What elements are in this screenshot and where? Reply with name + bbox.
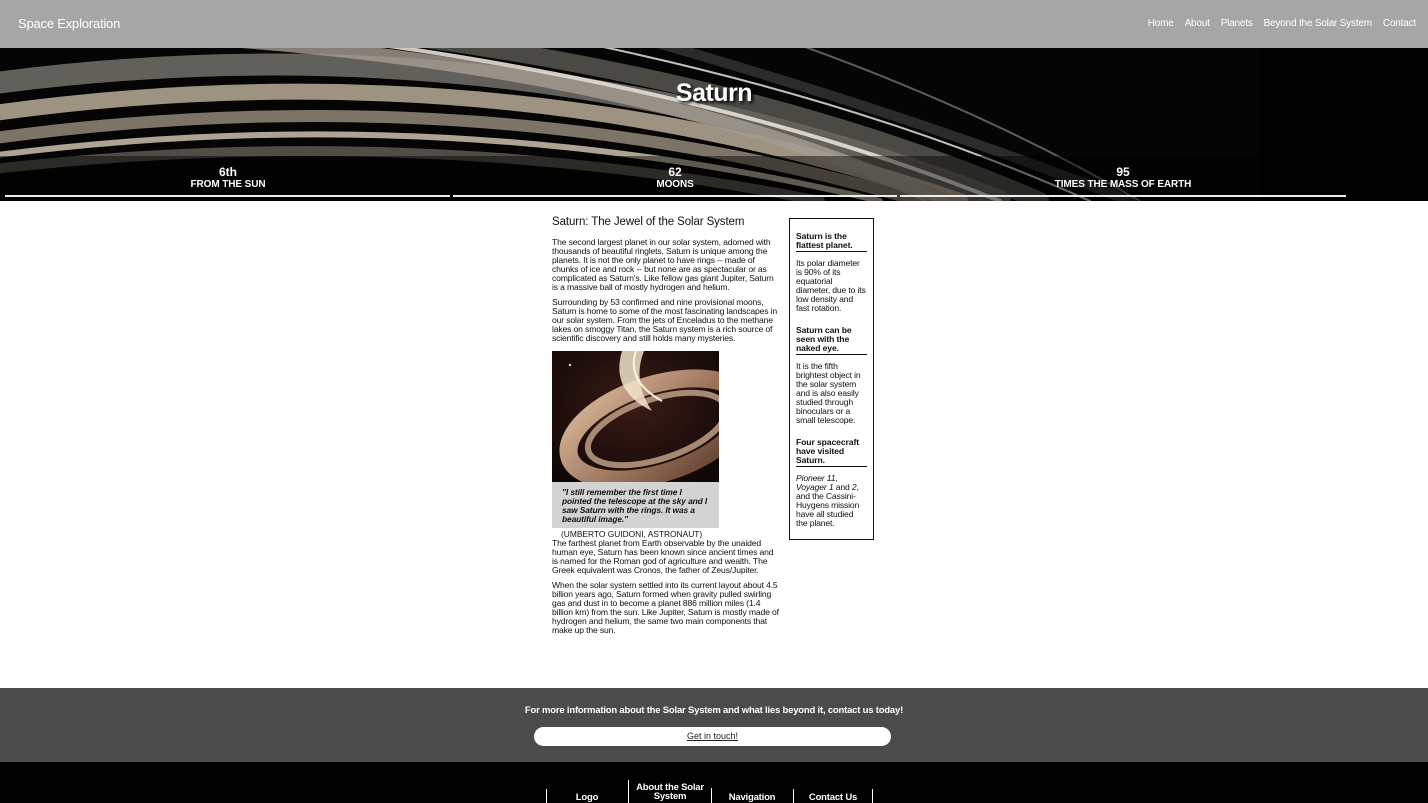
stat-label: FROM THE SUN [190,179,266,190]
fact-title: Saturn is the flattest planet. [796,232,867,252]
footer-navigation-link[interactable]: Navigation [712,793,792,803]
main-nav: Home About Planets Beyond the Solar Syst… [1148,18,1417,29]
article: Saturn: The Jewel of the Solar System Th… [552,216,780,641]
stat-divider [900,195,1346,197]
article-paragraph: Surrounding by 53 confirmed and nine pro… [552,297,778,343]
nav-contact-link[interactable]: Contact [1383,18,1416,29]
footer-divider [872,789,873,803]
fact-body: Its polar diameter is 90% of its equator… [796,258,866,313]
article-paragraph: The second largest planet in our solar s… [552,237,774,292]
footer-divider [546,789,547,803]
stat-value: 95 [1116,165,1130,179]
page-title: Saturn [675,79,753,107]
stats-bar: 6th FROM THE SUN 62 MOONS 95 TIMES THE M… [0,156,1428,201]
saturn-photo [552,351,719,482]
hero-banner: Saturn 6th FROM THE SUN 62 MOONS 95 TIME… [0,48,1428,201]
article-heading: Saturn: The Jewel of the Solar System [552,216,745,228]
nav-about-link[interactable]: About [1185,18,1210,29]
article-paragraph: The farthest planet from Earth observabl… [552,538,774,575]
fact-body: It is the fifth brightest object in the … [796,361,861,425]
footer-contact-link[interactable]: Contact Us [794,793,872,803]
footer-logo-link[interactable]: Logo [548,793,626,803]
nav-home-link[interactable]: Home [1148,18,1174,29]
fact-title: Saturn can be seen with the naked eye. [796,326,867,355]
stat-position: 6th FROM THE SUN [8,166,448,191]
stat-label: MOONS [656,179,694,190]
stat-mass: 95 TIMES THE MASS OF EARTH [903,166,1343,191]
nav-planets-link[interactable]: Planets [1221,18,1253,29]
footer-about-link[interactable]: About the Solar System [630,783,710,802]
stat-divider [453,195,897,197]
stat-divider [5,195,450,197]
cta-text: For more information about the Solar Sys… [524,705,904,716]
top-nav-bar: Space Exploration Home About Planets Bey… [0,0,1428,48]
get-in-touch-button[interactable]: Get in touch! [534,727,891,746]
fact-title: Four spacecraft have visited Saturn. [796,438,867,467]
stat-value: 62 [668,165,682,179]
footer: Logo About the Solar System Navigation C… [0,762,1428,803]
fact-body: Pioneer 11, Voyager 1 and 2, and the Cas… [796,474,867,528]
footer-divider [628,780,629,803]
brand-title[interactable]: Space Exploration [18,16,120,31]
facts-sidebar: Saturn is the flattest planet. Its polar… [789,218,874,540]
stat-label: TIMES THE MASS OF EARTH [1054,179,1192,190]
contact-cta-section: For more information about the Solar Sys… [0,688,1428,762]
stat-value: 6th [219,165,237,179]
nav-beyond-link[interactable]: Beyond the Solar System [1264,18,1372,29]
article-paragraph: When the solar system settled into its c… [552,580,779,635]
stat-moons: 62 MOONS [455,166,895,191]
saturn-figure: "I still remember the first time I point… [552,351,719,539]
pull-quote: "I still remember the first time I point… [552,482,719,528]
